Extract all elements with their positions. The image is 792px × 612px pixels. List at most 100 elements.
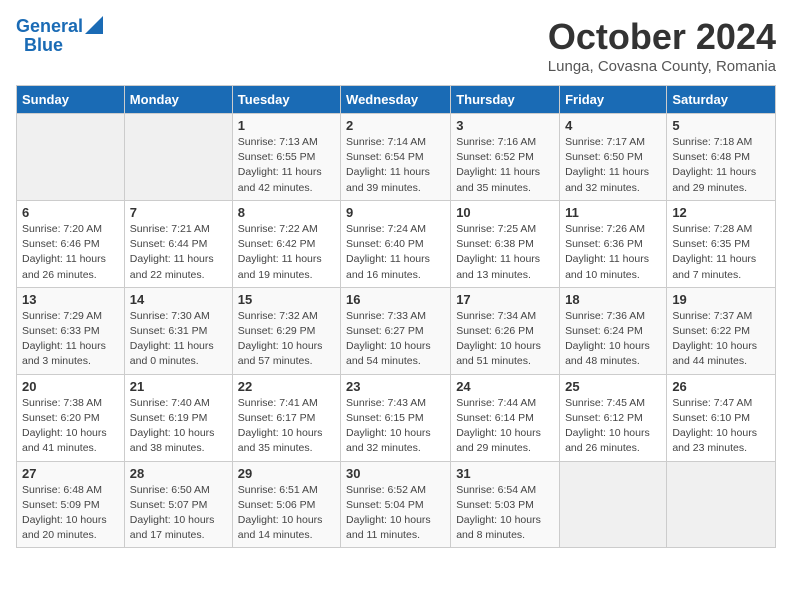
calendar-cell: 14 Sunrise: 7:30 AM Sunset: 6:31 PM Dayl… <box>124 287 232 374</box>
calendar-cell: 4 Sunrise: 7:17 AM Sunset: 6:50 PM Dayli… <box>560 114 667 201</box>
daylight-label: Daylight: 11 hours and 13 minutes. <box>456 253 540 280</box>
calendar-cell: 11 Sunrise: 7:26 AM Sunset: 6:36 PM Dayl… <box>560 200 667 287</box>
day-info: Sunrise: 7:32 AM Sunset: 6:29 PM Dayligh… <box>238 309 335 370</box>
sunset-label: Sunset: 5:04 PM <box>346 499 424 511</box>
weekday-header-sunday: Sunday <box>17 86 125 114</box>
day-number: 9 <box>346 205 445 220</box>
day-number: 8 <box>238 205 335 220</box>
sunset-label: Sunset: 6:44 PM <box>130 238 208 250</box>
day-info: Sunrise: 7:20 AM Sunset: 6:46 PM Dayligh… <box>22 222 119 283</box>
day-info: Sunrise: 6:48 AM Sunset: 5:09 PM Dayligh… <box>22 483 119 544</box>
day-number: 11 <box>565 205 661 220</box>
sunset-label: Sunset: 6:10 PM <box>672 412 750 424</box>
sunset-label: Sunset: 6:24 PM <box>565 325 643 337</box>
day-number: 14 <box>130 292 227 307</box>
day-number: 1 <box>238 118 335 133</box>
day-number: 30 <box>346 466 445 481</box>
day-info: Sunrise: 7:36 AM Sunset: 6:24 PM Dayligh… <box>565 309 661 370</box>
sunrise-label: Sunrise: 7:21 AM <box>130 223 210 235</box>
daylight-label: Daylight: 11 hours and 10 minutes. <box>565 253 649 280</box>
sunset-label: Sunset: 6:38 PM <box>456 238 534 250</box>
calendar-week-row: 13 Sunrise: 7:29 AM Sunset: 6:33 PM Dayl… <box>17 287 776 374</box>
calendar-cell: 15 Sunrise: 7:32 AM Sunset: 6:29 PM Dayl… <box>232 287 340 374</box>
sunset-label: Sunset: 6:29 PM <box>238 325 316 337</box>
day-number: 26 <box>672 379 770 394</box>
daylight-label: Daylight: 11 hours and 7 minutes. <box>672 253 756 280</box>
day-info: Sunrise: 7:16 AM Sunset: 6:52 PM Dayligh… <box>456 135 554 196</box>
day-info: Sunrise: 7:28 AM Sunset: 6:35 PM Dayligh… <box>672 222 770 283</box>
daylight-label: Daylight: 11 hours and 16 minutes. <box>346 253 430 280</box>
weekday-header-monday: Monday <box>124 86 232 114</box>
calendar-week-row: 20 Sunrise: 7:38 AM Sunset: 6:20 PM Dayl… <box>17 374 776 461</box>
sunset-label: Sunset: 5:06 PM <box>238 499 316 511</box>
title-section: October 2024 Lunga, Covasna County, Roma… <box>548 16 776 75</box>
sunrise-label: Sunrise: 7:22 AM <box>238 223 318 235</box>
day-number: 31 <box>456 466 554 481</box>
daylight-label: Daylight: 10 hours and 44 minutes. <box>672 340 757 367</box>
day-number: 4 <box>565 118 661 133</box>
day-number: 28 <box>130 466 227 481</box>
sunset-label: Sunset: 6:55 PM <box>238 151 316 163</box>
calendar-cell: 12 Sunrise: 7:28 AM Sunset: 6:35 PM Dayl… <box>667 200 776 287</box>
sunset-label: Sunset: 6:40 PM <box>346 238 424 250</box>
day-info: Sunrise: 7:30 AM Sunset: 6:31 PM Dayligh… <box>130 309 227 370</box>
daylight-label: Daylight: 11 hours and 26 minutes. <box>22 253 106 280</box>
calendar-cell: 20 Sunrise: 7:38 AM Sunset: 6:20 PM Dayl… <box>17 374 125 461</box>
sunrise-label: Sunrise: 7:34 AM <box>456 310 536 322</box>
calendar-cell: 5 Sunrise: 7:18 AM Sunset: 6:48 PM Dayli… <box>667 114 776 201</box>
logo-text: General <box>16 16 83 37</box>
logo-blue-text: Blue <box>24 35 63 56</box>
sunrise-label: Sunrise: 7:14 AM <box>346 136 426 148</box>
calendar-cell: 16 Sunrise: 7:33 AM Sunset: 6:27 PM Dayl… <box>341 287 451 374</box>
calendar-cell: 17 Sunrise: 7:34 AM Sunset: 6:26 PM Dayl… <box>451 287 560 374</box>
calendar-cell: 10 Sunrise: 7:25 AM Sunset: 6:38 PM Dayl… <box>451 200 560 287</box>
calendar-cell: 28 Sunrise: 6:50 AM Sunset: 5:07 PM Dayl… <box>124 461 232 548</box>
sunrise-label: Sunrise: 7:32 AM <box>238 310 318 322</box>
calendar-cell <box>560 461 667 548</box>
daylight-label: Daylight: 10 hours and 54 minutes. <box>346 340 431 367</box>
day-number: 17 <box>456 292 554 307</box>
day-number: 16 <box>346 292 445 307</box>
sunset-label: Sunset: 6:17 PM <box>238 412 316 424</box>
sunset-label: Sunset: 6:15 PM <box>346 412 424 424</box>
sunset-label: Sunset: 6:14 PM <box>456 412 534 424</box>
sunset-label: Sunset: 5:09 PM <box>22 499 100 511</box>
sunrise-label: Sunrise: 7:24 AM <box>346 223 426 235</box>
logo: General Blue <box>16 16 103 56</box>
sunset-label: Sunset: 6:52 PM <box>456 151 534 163</box>
day-number: 7 <box>130 205 227 220</box>
daylight-label: Daylight: 10 hours and 20 minutes. <box>22 514 107 541</box>
calendar-cell: 7 Sunrise: 7:21 AM Sunset: 6:44 PM Dayli… <box>124 200 232 287</box>
calendar-cell: 27 Sunrise: 6:48 AM Sunset: 5:09 PM Dayl… <box>17 461 125 548</box>
day-info: Sunrise: 7:29 AM Sunset: 6:33 PM Dayligh… <box>22 309 119 370</box>
sunset-label: Sunset: 6:50 PM <box>565 151 643 163</box>
daylight-label: Daylight: 11 hours and 42 minutes. <box>238 166 322 193</box>
weekday-header-friday: Friday <box>560 86 667 114</box>
month-title: October 2024 <box>548 16 776 58</box>
sunset-label: Sunset: 5:03 PM <box>456 499 534 511</box>
day-number: 3 <box>456 118 554 133</box>
day-info: Sunrise: 7:37 AM Sunset: 6:22 PM Dayligh… <box>672 309 770 370</box>
page-header: General Blue October 2024 Lunga, Covasna… <box>16 16 776 75</box>
daylight-label: Daylight: 10 hours and 29 minutes. <box>456 427 541 454</box>
calendar-cell <box>17 114 125 201</box>
sunrise-label: Sunrise: 7:37 AM <box>672 310 752 322</box>
day-info: Sunrise: 7:40 AM Sunset: 6:19 PM Dayligh… <box>130 396 227 457</box>
day-info: Sunrise: 7:45 AM Sunset: 6:12 PM Dayligh… <box>565 396 661 457</box>
daylight-label: Daylight: 11 hours and 35 minutes. <box>456 166 540 193</box>
sunrise-label: Sunrise: 7:41 AM <box>238 397 318 409</box>
daylight-label: Daylight: 11 hours and 0 minutes. <box>130 340 214 367</box>
sunrise-label: Sunrise: 7:47 AM <box>672 397 752 409</box>
day-info: Sunrise: 7:21 AM Sunset: 6:44 PM Dayligh… <box>130 222 227 283</box>
calendar-cell: 3 Sunrise: 7:16 AM Sunset: 6:52 PM Dayli… <box>451 114 560 201</box>
sunrise-label: Sunrise: 7:30 AM <box>130 310 210 322</box>
sunset-label: Sunset: 6:19 PM <box>130 412 208 424</box>
calendar-cell: 25 Sunrise: 7:45 AM Sunset: 6:12 PM Dayl… <box>560 374 667 461</box>
sunrise-label: Sunrise: 6:48 AM <box>22 484 102 496</box>
daylight-label: Daylight: 11 hours and 3 minutes. <box>22 340 106 367</box>
day-number: 25 <box>565 379 661 394</box>
day-info: Sunrise: 6:51 AM Sunset: 5:06 PM Dayligh… <box>238 483 335 544</box>
sunset-label: Sunset: 5:07 PM <box>130 499 208 511</box>
day-number: 21 <box>130 379 227 394</box>
day-number: 18 <box>565 292 661 307</box>
